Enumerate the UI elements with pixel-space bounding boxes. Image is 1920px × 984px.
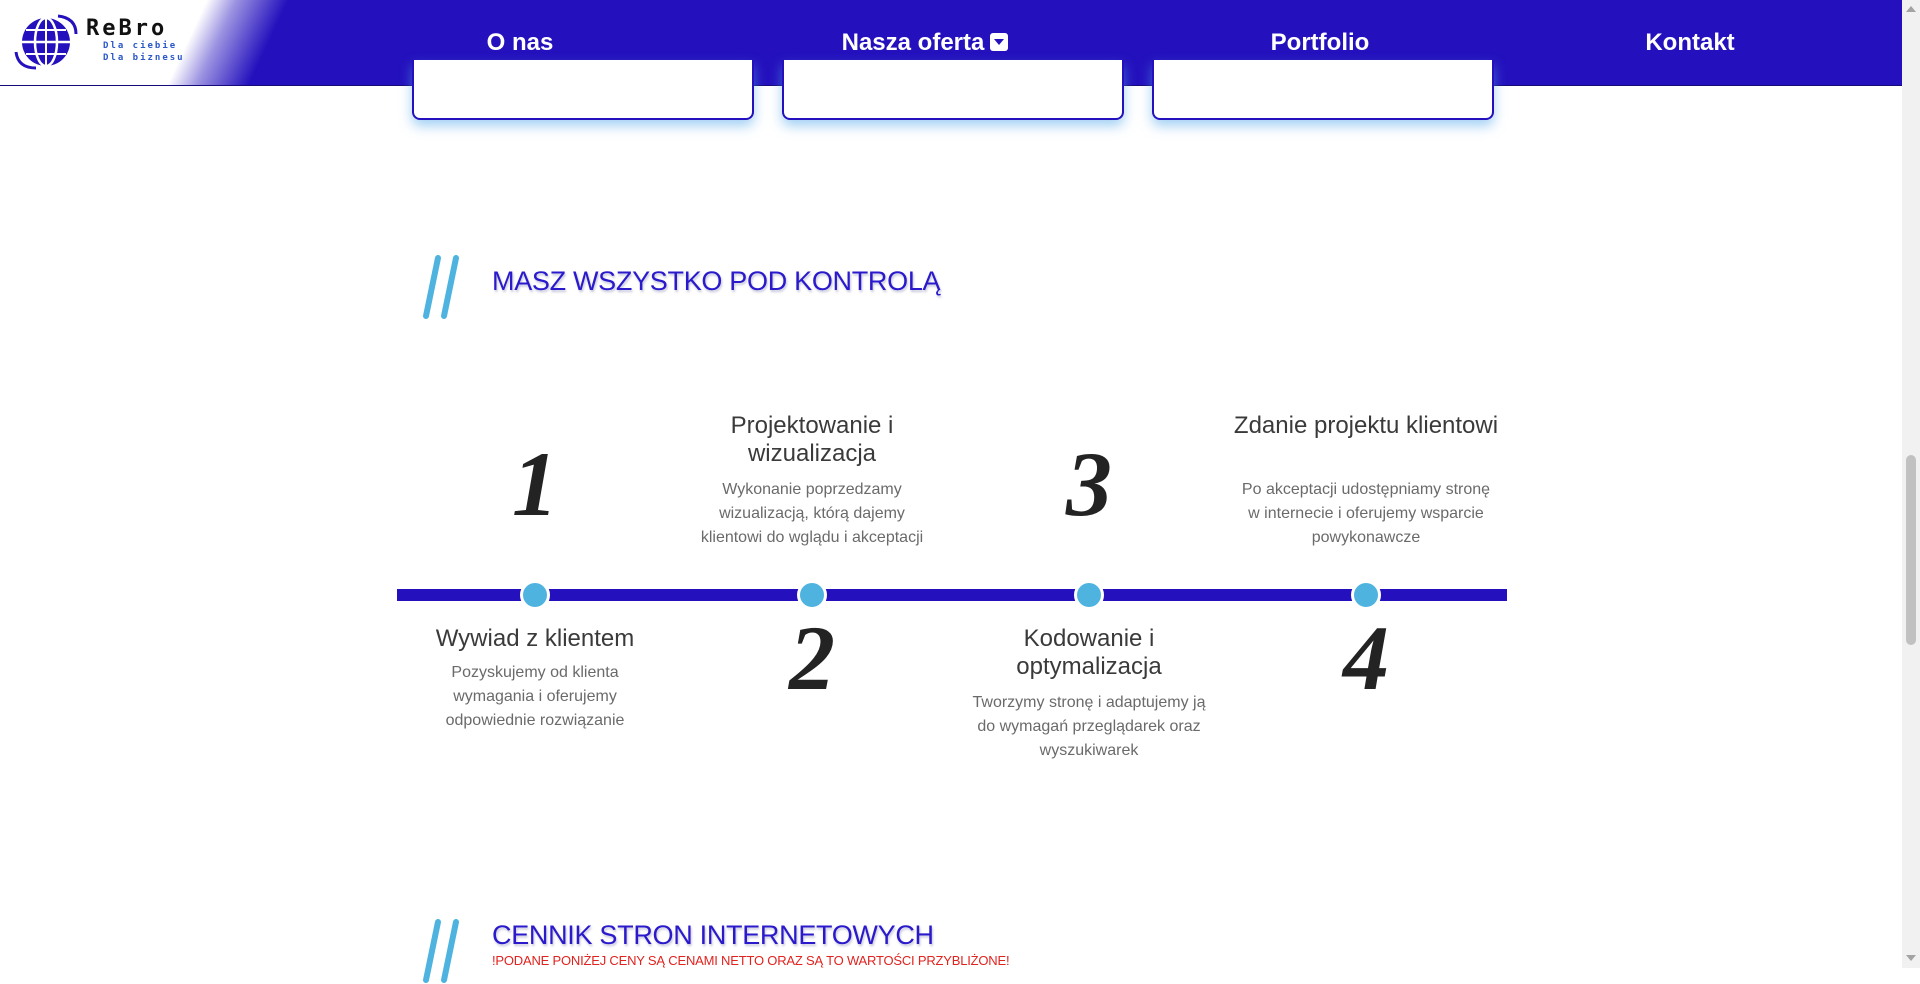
offer-card[interactable] bbox=[782, 60, 1124, 120]
logo-name: ReBro bbox=[86, 16, 168, 41]
timeline-dot bbox=[1074, 580, 1104, 610]
nav-item-label: Portfolio bbox=[1270, 29, 1370, 56]
vertical-scrollbar[interactable] bbox=[1902, 0, 1920, 968]
scroll-up-arrow-icon[interactable] bbox=[1906, 6, 1916, 12]
step-title: Projektowanie i wizualizacja bbox=[730, 412, 894, 467]
timeline-dot bbox=[520, 580, 550, 610]
double-slash-icon bbox=[423, 919, 459, 983]
step-description: Pozyskujemy od klienta wymagania i oferu… bbox=[445, 664, 625, 729]
nav-item-label: O nas bbox=[486, 29, 554, 56]
step-number: 1 bbox=[512, 433, 558, 535]
nav-item-kontakt[interactable]: Kontakt bbox=[1640, 0, 1740, 85]
nav-item-label: Kontakt bbox=[1645, 29, 1735, 56]
timeline-bar bbox=[397, 589, 1507, 601]
caret-down-icon bbox=[990, 32, 1009, 51]
process-section-title: MASZ WSZYSTKO POD KONTROLĄ bbox=[492, 266, 941, 296]
offer-card[interactable] bbox=[1152, 60, 1494, 120]
step-description: Tworzymy stronę i adaptujemy ją do wymag… bbox=[972, 694, 1206, 759]
offer-card[interactable] bbox=[412, 60, 754, 120]
pricing-notice: !PODANE PONIŻEJ CENY SĄ CENAMI NETTO ORA… bbox=[492, 953, 1010, 968]
pricing-section-title: CENNIK STRON INTERNETOWYCH bbox=[492, 920, 934, 950]
step-title: Zdanie projektu klientowi bbox=[1233, 412, 1499, 439]
step-title: Wywiad z klientem bbox=[435, 625, 635, 652]
step-number: 2 bbox=[789, 607, 835, 709]
logo-tagline-2: Dla biznesu bbox=[103, 53, 185, 63]
step-title: Kodowanie i optymalizacja bbox=[1016, 625, 1162, 680]
double-slash-icon bbox=[423, 255, 459, 319]
nav-item-label: Nasza oferta bbox=[841, 29, 985, 56]
timeline-dot bbox=[797, 580, 827, 610]
timeline-dot bbox=[1351, 580, 1381, 610]
logo-tagline-1: Dla ciebie bbox=[103, 41, 178, 51]
scroll-down-arrow-icon[interactable] bbox=[1906, 955, 1916, 961]
scrollbar-thumb[interactable] bbox=[1906, 455, 1916, 645]
globe-logo-icon bbox=[14, 14, 78, 70]
step-description: Wykonanie poprzedzamy wizualizacją, któr… bbox=[700, 481, 924, 546]
logo[interactable]: ReBro Dla ciebie Dla biznesu bbox=[0, 0, 330, 85]
step-description: Po akceptacji udostępniamy stronę w inte… bbox=[1241, 481, 1491, 546]
step-number: 4 bbox=[1343, 607, 1389, 709]
step-number: 3 bbox=[1066, 433, 1112, 535]
